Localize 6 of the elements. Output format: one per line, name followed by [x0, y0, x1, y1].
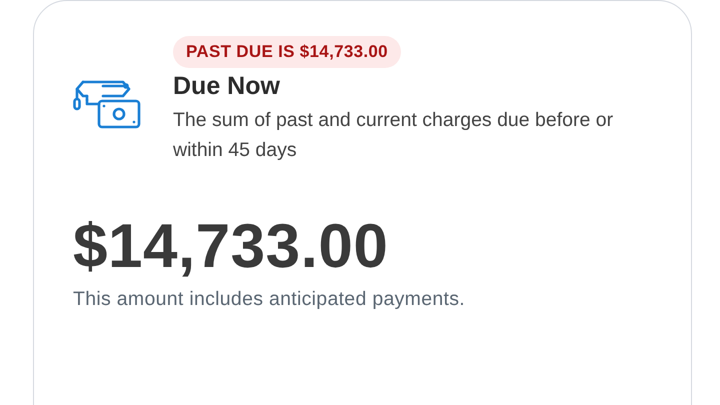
section-title: Due Now: [173, 72, 281, 101]
cap-and-money-icon: [73, 80, 141, 130]
past-due-badge: PAST DUE IS $14,733.00: [173, 36, 401, 68]
amount-due: $14,733.00: [73, 211, 390, 282]
description-text: The sum of past and current charges due before or within 45 days: [173, 108, 614, 163]
amount-note: This amount includes anticipated payments.: [73, 288, 466, 311]
